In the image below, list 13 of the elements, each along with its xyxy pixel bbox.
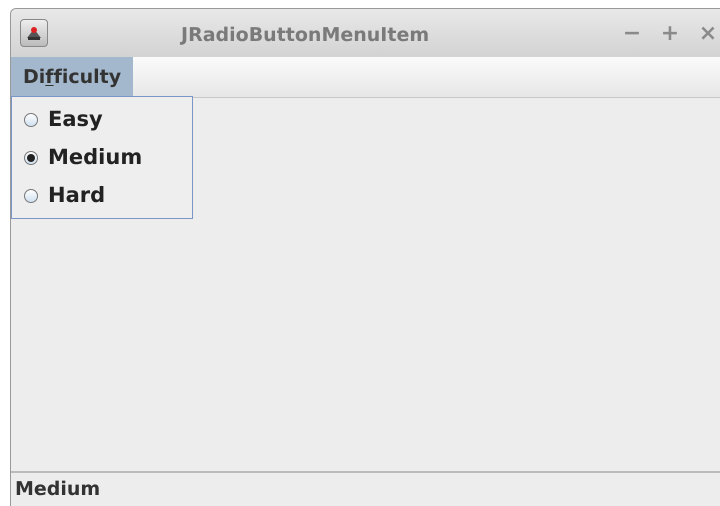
- menu-item-label: Medium: [48, 144, 142, 172]
- radio-button[interactable]: [24, 151, 38, 165]
- menu-item[interactable]: Hard: [12, 177, 192, 215]
- radio-button[interactable]: [24, 189, 38, 203]
- menu[interactable]: Difficulty: [11, 57, 134, 97]
- status-bar: Medium: [11, 471, 720, 506]
- window-title: JRadioButtonMenuItem: [181, 23, 430, 48]
- menu-item-label: Easy: [48, 106, 103, 134]
- menu-item[interactable]: Easy: [12, 101, 192, 139]
- radio-button[interactable]: [24, 113, 38, 127]
- menu-item-label: Hard: [48, 182, 106, 210]
- app-icon[interactable]: [20, 19, 48, 47]
- menu-item[interactable]: Medium: [12, 139, 192, 177]
